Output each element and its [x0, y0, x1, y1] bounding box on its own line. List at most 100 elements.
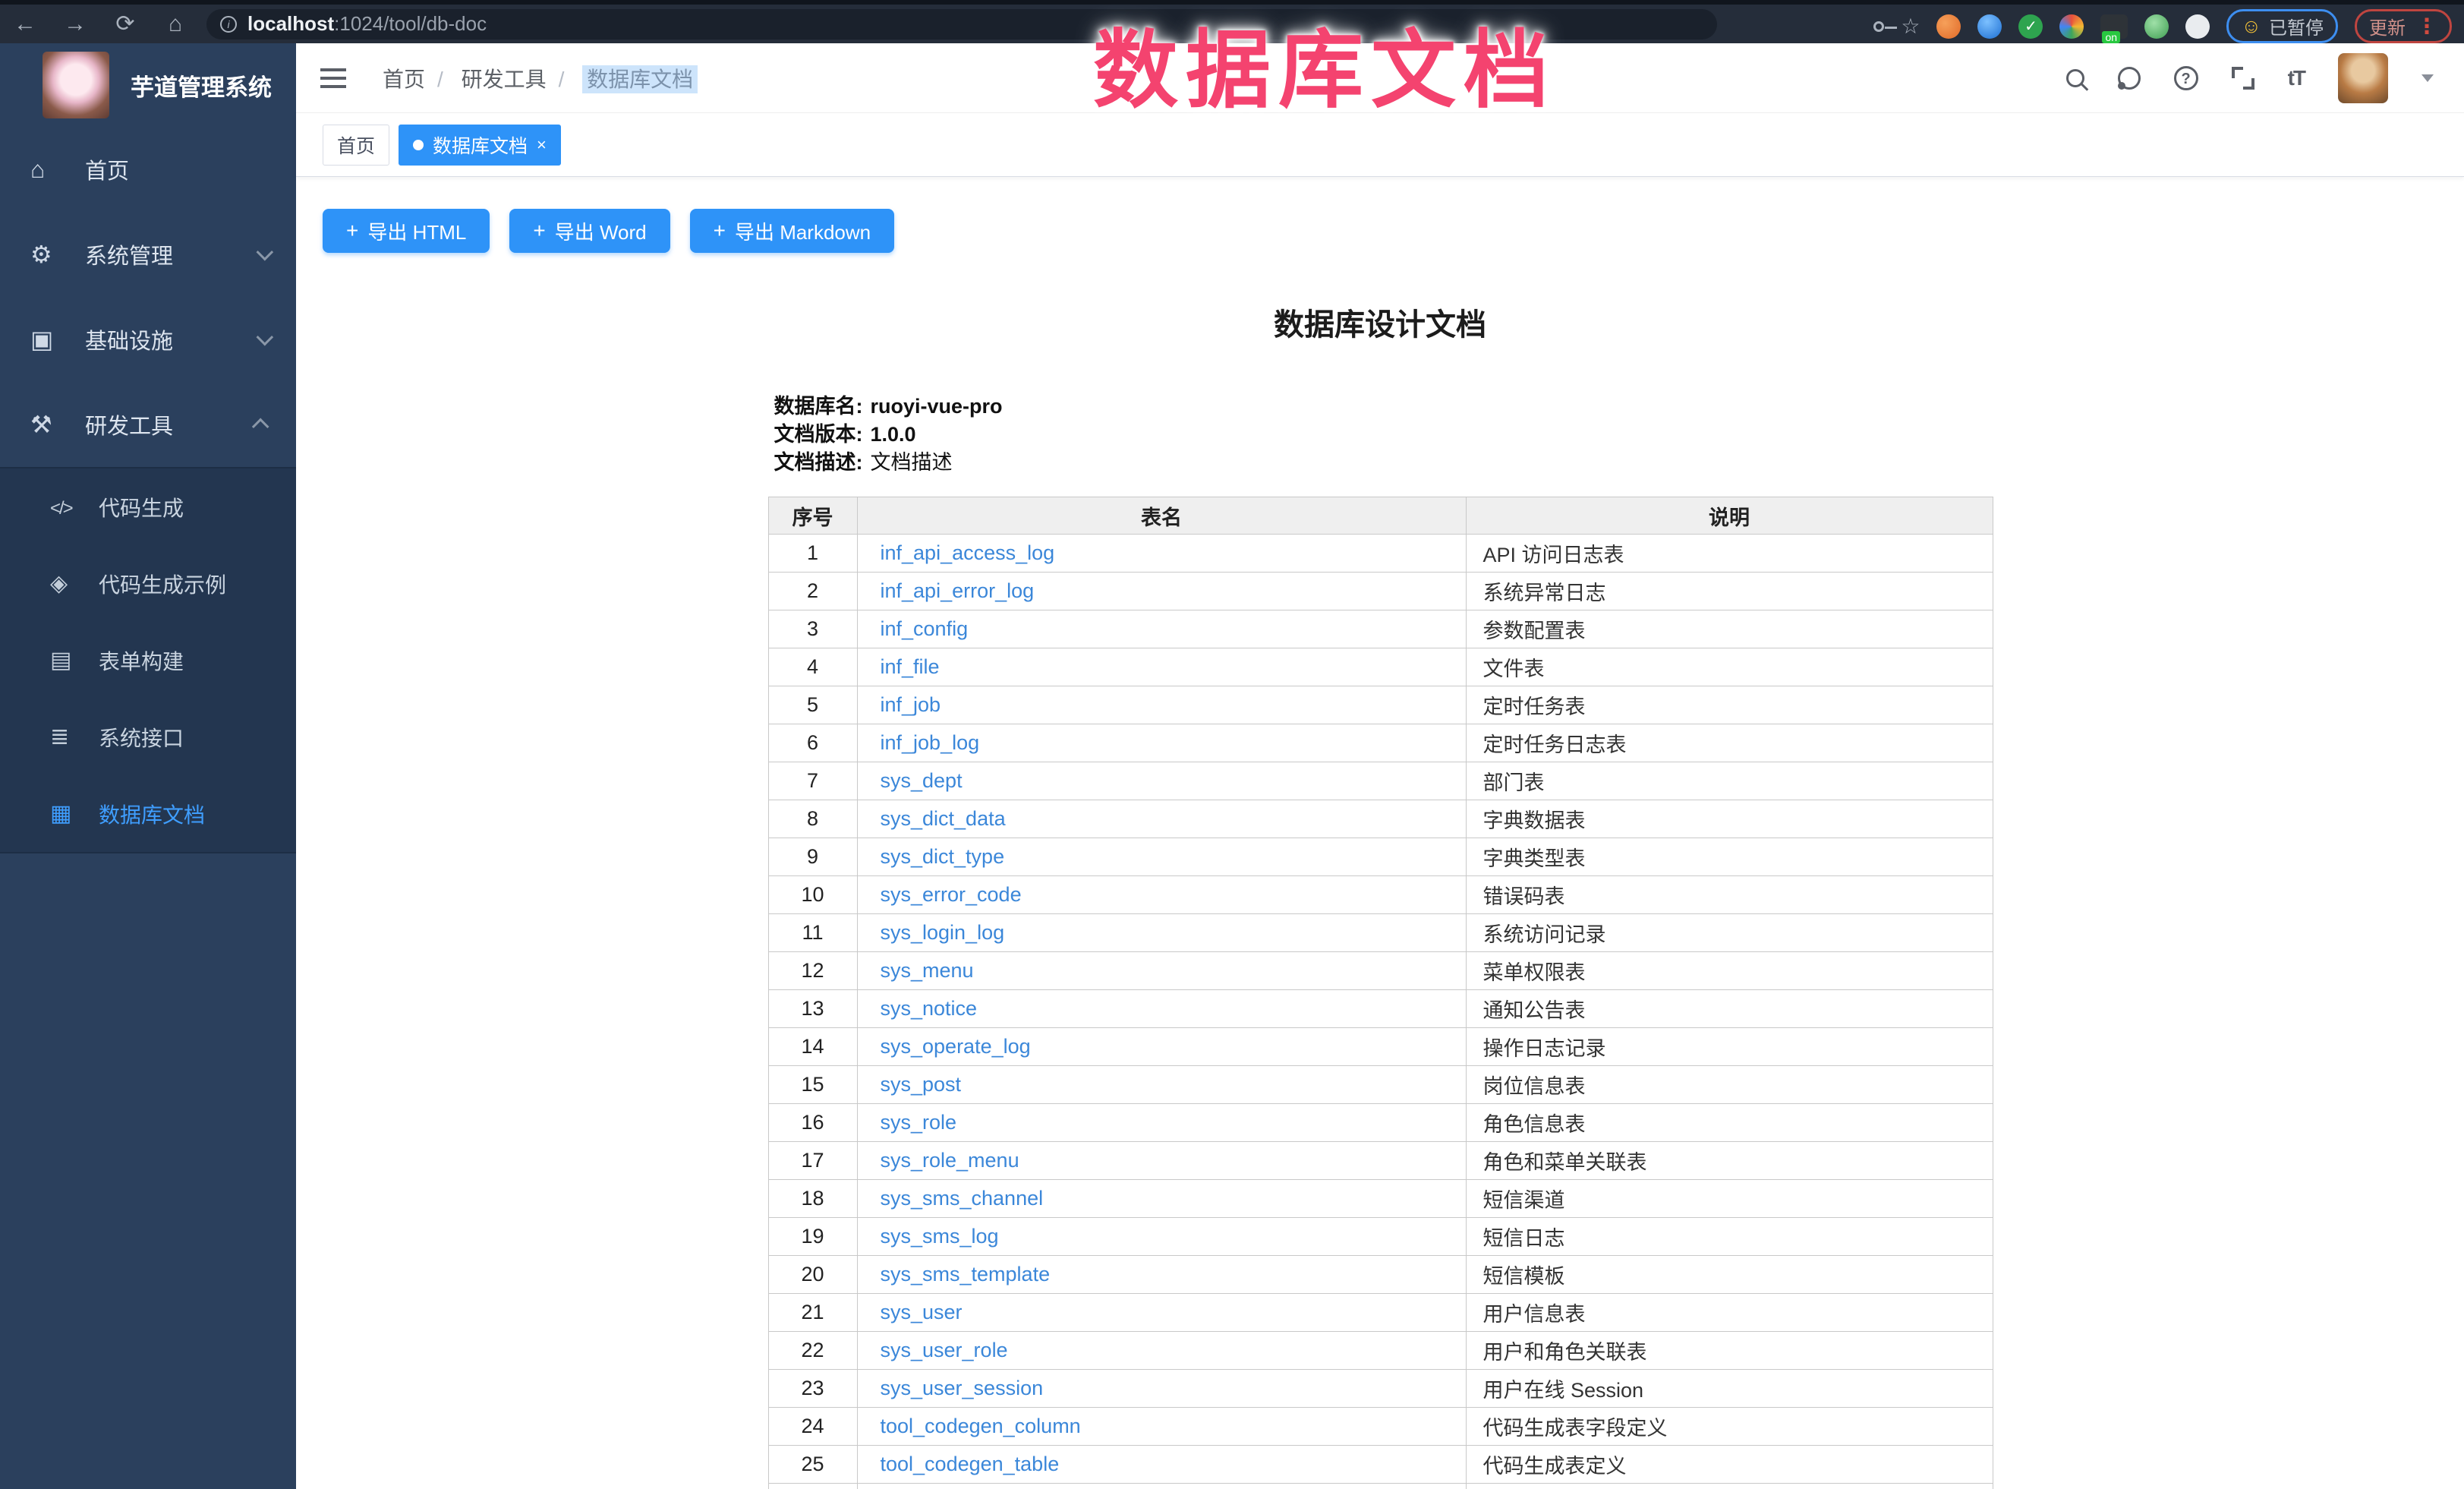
extension-icon-1[interactable] [1936, 14, 1961, 39]
row-description: 岗位信息表 [1466, 1066, 1993, 1104]
sidebar-item-icon [30, 410, 85, 439]
row-description: 部门表 [1466, 762, 1993, 800]
browser-forward-button[interactable]: → [50, 11, 100, 37]
sidebar-item[interactable]: 系统管理 [0, 212, 296, 297]
table-name-link[interactable]: sys_error_code [881, 883, 1022, 906]
sidebar-subitem[interactable]: 代码生成示例 [0, 545, 296, 622]
extensions-puzzle-icon[interactable] [2185, 14, 2210, 39]
extension-paused-badge[interactable]: ☺ 已暂停 [2226, 9, 2338, 43]
extension-icon-3[interactable]: ✓ [2018, 14, 2043, 39]
table-name-link[interactable]: sys_menu [881, 959, 974, 982]
sidebar-subitem-icon [50, 800, 99, 827]
table-row: 23 sys_user_session 用户在线 Session [768, 1370, 1993, 1408]
user-avatar[interactable] [2338, 53, 2388, 103]
table-name-link[interactable]: sys_sms_log [881, 1225, 999, 1248]
help-icon[interactable]: ? [2174, 66, 2198, 90]
table-name-link[interactable]: sys_operate_log [881, 1035, 1031, 1058]
row-index: 2 [768, 573, 857, 610]
github-icon[interactable] [2118, 67, 2141, 90]
export-button[interactable]: + 导出 Word [509, 209, 670, 253]
browser-update-button[interactable]: 更新 ⋮ [2355, 9, 2452, 43]
table-name-link[interactable]: tool_codegen_table [881, 1453, 1060, 1475]
row-index: 7 [768, 762, 857, 800]
password-key-icon[interactable] [1873, 21, 1884, 32]
sidebar-item[interactable]: 研发工具 [0, 382, 296, 467]
table-row: 9 sys_dict_type 字典类型表 [768, 838, 1993, 876]
row-description: 操作日志记录 [1466, 1028, 1993, 1066]
table-name-link[interactable]: inf_job_log [881, 731, 980, 754]
table-name-link[interactable]: sys_post [881, 1073, 962, 1096]
browser-home-button[interactable]: ⌂ [150, 11, 200, 37]
db-document: 数据库设计文档 数据库名:ruoyi-vue-pro 文档版本:1.0.0 文档… [768, 300, 1993, 1489]
extension-icon-2[interactable] [1977, 14, 2002, 39]
table-row: 8 sys_dict_data 字典数据表 [768, 800, 1993, 838]
row-description: 代码生成表定义 [1466, 1446, 1993, 1484]
sidebar-subitem[interactable]: 表单构建 [0, 622, 296, 699]
browser-reload-button[interactable]: ⟳ [100, 11, 150, 37]
active-dot-icon [413, 140, 424, 150]
col-header-no: 序号 [768, 497, 857, 535]
sidebar-collapse-icon[interactable] [320, 77, 346, 80]
row-index: 11 [768, 914, 857, 952]
table-name-link[interactable]: sys_sms_template [881, 1263, 1051, 1286]
row-description: 短信渠道 [1466, 1180, 1993, 1218]
table-name-link[interactable]: sys_role [881, 1111, 957, 1134]
table-row: 5 inf_job 定时任务表 [768, 686, 1993, 724]
font-size-icon[interactable]: tT [2288, 66, 2305, 90]
export-button[interactable]: + 导出 HTML [323, 209, 490, 253]
chevron-icon [257, 244, 274, 261]
table-name-link[interactable]: sys_dept [881, 769, 963, 792]
extension-icon-5[interactable]: on [2100, 14, 2128, 39]
table-name-link[interactable]: sys_sms_channel [881, 1187, 1044, 1210]
extension-icon-4[interactable] [2059, 14, 2084, 39]
bookmark-star-icon[interactable]: ☆ [1901, 14, 1920, 39]
table-name-link[interactable]: inf_config [881, 617, 969, 640]
table-name-link[interactable]: inf_job [881, 693, 941, 716]
table-name-link[interactable]: inf_api_error_log [881, 579, 1035, 602]
browser-back-button[interactable]: ← [0, 11, 50, 37]
user-menu-caret-icon[interactable] [2421, 74, 2434, 82]
meta-line: 文档版本:1.0.0 [774, 421, 1993, 449]
sidebar-item[interactable]: 基础设施 [0, 297, 296, 382]
plus-icon: + [714, 219, 726, 243]
breadcrumb-item: 研发工具 [425, 63, 547, 93]
tag-close-icon[interactable]: × [537, 135, 547, 155]
table-name-link[interactable]: sys_user [881, 1301, 963, 1323]
row-index: 26 [768, 1484, 857, 1489]
table-row: 21 sys_user 用户信息表 [768, 1294, 1993, 1332]
export-button[interactable]: + 导出 Markdown [690, 209, 895, 253]
sidebar-subitem[interactable]: 代码生成 [0, 468, 296, 545]
sidebar-item[interactable]: 首页 [0, 127, 296, 212]
table-name-link[interactable]: sys_user_role [881, 1339, 1008, 1361]
table-name-link[interactable]: inf_api_access_log [881, 541, 1055, 564]
search-icon[interactable] [2066, 69, 2084, 87]
table-name-link[interactable]: sys_notice [881, 997, 978, 1020]
row-index: 15 [768, 1066, 857, 1104]
table-name-link[interactable]: inf_file [881, 655, 940, 678]
row-description: 通知公告表 [1466, 990, 1993, 1028]
table-name-link[interactable]: sys_login_log [881, 921, 1005, 944]
row-index: 12 [768, 952, 857, 990]
row-index: 16 [768, 1104, 857, 1142]
sidebar-subitem[interactable]: 数据库文档 [0, 775, 296, 852]
sidebar-subitem-icon [50, 647, 99, 674]
extension-icon-6[interactable] [2144, 14, 2169, 39]
site-info-icon[interactable]: i [220, 16, 237, 33]
url-text: localhost:1024/tool/db-doc [247, 12, 487, 36]
tag-item[interactable]: 首页 [323, 125, 389, 166]
table-name-link[interactable]: sys_dict_data [881, 807, 1006, 830]
app-title: 芋道管理系统 [131, 68, 272, 103]
row-description: 用户在线 Session [1466, 1370, 1993, 1408]
sidebar-subitem[interactable]: 系统接口 [0, 699, 296, 775]
table-name-link[interactable]: sys_user_session [881, 1377, 1044, 1399]
fullscreen-icon[interactable] [2232, 67, 2254, 90]
tag-item[interactable]: 数据库文档 × [399, 125, 561, 166]
table-name-link[interactable]: sys_dict_type [881, 845, 1005, 868]
browser-menu-icon[interactable]: ⋮ [2416, 14, 2437, 39]
row-description: 短信模板 [1466, 1256, 1993, 1294]
app-logo[interactable]: 芋道管理系统 [0, 43, 296, 127]
sidebar-menu: 首页 系统管理 基础设施 研发工具 [0, 127, 296, 467]
table-name-link[interactable]: tool_codegen_column [881, 1415, 1081, 1437]
sidebar: 芋道管理系统 首页 系统管理 基础设施 研发工具 [0, 43, 296, 1489]
table-name-link[interactable]: sys_role_menu [881, 1149, 1019, 1172]
